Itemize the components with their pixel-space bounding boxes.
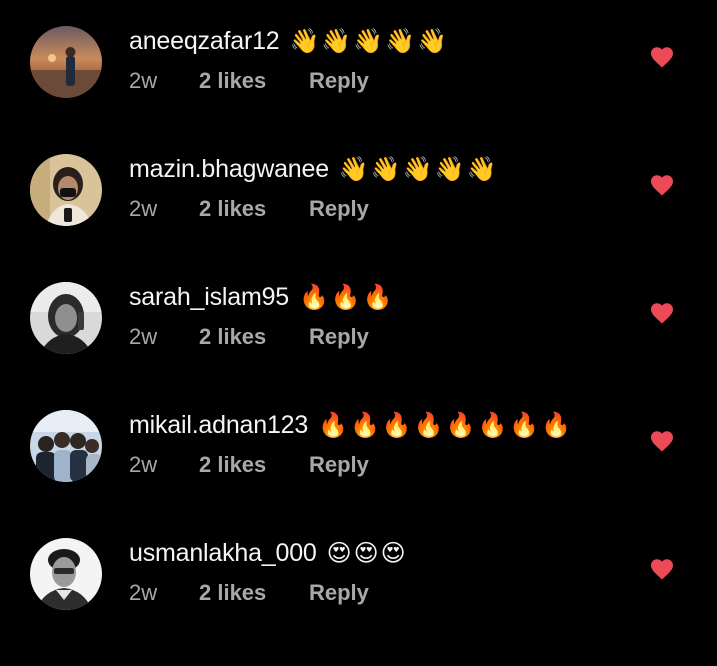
heart-icon[interactable] bbox=[650, 174, 674, 196]
comment-username[interactable]: sarah_islam95 bbox=[129, 283, 289, 312]
comment-text: 👋👋👋👋👋 bbox=[289, 27, 449, 55]
comment-item: usmanlakha_000 😍😍😍 2w 2 likes Reply bbox=[0, 538, 717, 666]
heart-icon[interactable] bbox=[650, 46, 674, 68]
reply-button[interactable]: Reply bbox=[309, 580, 369, 606]
heart-icon[interactable] bbox=[650, 302, 674, 324]
comment-likes-count[interactable]: 2 likes bbox=[199, 68, 309, 94]
heart-icon[interactable] bbox=[650, 430, 674, 452]
avatar[interactable] bbox=[30, 410, 102, 482]
comment-likes-count[interactable]: 2 likes bbox=[199, 452, 309, 478]
comment-item: aneeqzafar12 👋👋👋👋👋 2w 2 likes Reply bbox=[0, 26, 717, 154]
comment-item: sarah_islam95 🔥🔥🔥 2w 2 likes Reply bbox=[0, 282, 717, 410]
comment-item: mazin.bhagwanee 👋👋👋👋👋 2w 2 likes Reply bbox=[0, 154, 717, 282]
comment-text: 🔥🔥🔥 bbox=[299, 283, 395, 311]
avatar[interactable] bbox=[30, 154, 102, 226]
comment-timestamp: 2w bbox=[129, 580, 158, 605]
comment-text: 😍😍😍 bbox=[326, 539, 408, 567]
comment-username[interactable]: usmanlakha_000 bbox=[129, 539, 317, 568]
comment-item: mikail.adnan123 🔥🔥🔥🔥🔥🔥🔥🔥 2w 2 likes Repl… bbox=[0, 410, 717, 538]
comment-likes-count[interactable]: 2 likes bbox=[199, 324, 309, 350]
comment-likes-count[interactable]: 2 likes bbox=[199, 196, 309, 222]
comment-text: 🔥🔥🔥🔥🔥🔥🔥🔥 bbox=[318, 411, 574, 439]
comment-timestamp: 2w bbox=[129, 324, 158, 349]
reply-button[interactable]: Reply bbox=[309, 196, 369, 222]
avatar[interactable] bbox=[30, 538, 102, 610]
reply-button[interactable]: Reply bbox=[309, 68, 369, 94]
comment-timestamp: 2w bbox=[129, 196, 158, 221]
comment-timestamp: 2w bbox=[129, 68, 158, 93]
comment-likes-count[interactable]: 2 likes bbox=[199, 580, 309, 606]
heart-icon[interactable] bbox=[650, 558, 674, 580]
comment-username[interactable]: mazin.bhagwanee bbox=[129, 155, 329, 184]
avatar[interactable] bbox=[30, 26, 102, 98]
comment-timestamp: 2w bbox=[129, 452, 158, 477]
comment-username[interactable]: mikail.adnan123 bbox=[129, 411, 308, 440]
comment-text: 👋👋👋👋👋 bbox=[338, 155, 499, 183]
avatar[interactable] bbox=[30, 282, 102, 354]
reply-button[interactable]: Reply bbox=[309, 324, 369, 350]
comment-username[interactable]: aneeqzafar12 bbox=[129, 27, 280, 56]
reply-button[interactable]: Reply bbox=[309, 452, 369, 478]
